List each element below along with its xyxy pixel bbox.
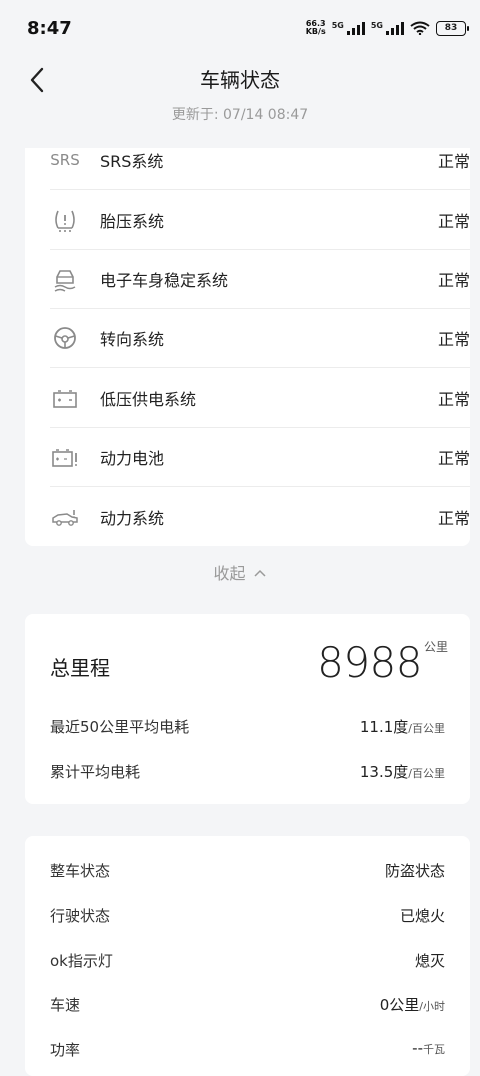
- system-row-power-battery[interactable]: 动力电池 正常: [50, 427, 470, 487]
- powertrain-icon: [52, 509, 78, 526]
- updated-time: 更新于: 07/14 08:47: [171, 107, 309, 123]
- system-row-low-voltage[interactable]: 低压供电系统 正常: [50, 368, 470, 428]
- power-battery-icon: [52, 448, 77, 467]
- status-bar: 8:47 66.3 KB/s 5G 5G 83: [0, 0, 480, 58]
- network-speed: 66.3 KB/s: [305, 19, 326, 36]
- steering-wheel-icon: [54, 326, 76, 349]
- status-icons: 66.3 KB/s 5G 5G 83: [305, 19, 469, 36]
- system-status: 正常: [437, 389, 470, 409]
- mileage-card: 总里程 8988 公里 最近50公里平均电耗 11.1度/百公里 累计平均电耗 …: [25, 614, 470, 804]
- system-name: 电子车身稳定系统: [100, 270, 229, 290]
- system-row-srs[interactable]: SRS SRS系统 正常: [50, 130, 470, 190]
- system-name: SRS系统: [100, 151, 164, 171]
- srs-icon: SRS: [50, 150, 80, 169]
- system-status: 正常: [437, 448, 470, 468]
- recent-consumption-row: 最近50公里平均电耗 11.1度/百公里: [50, 718, 445, 736]
- total-mileage-label: 总里程: [50, 656, 110, 680]
- system-status-card: SRS SRS系统 正常 胎压系统 正常 电子车身稳定系统 正常 转向系统 正常: [25, 148, 470, 546]
- status-time: 8:47: [27, 18, 72, 39]
- system-status: 正常: [437, 508, 470, 528]
- page-title: 车辆状态: [200, 68, 280, 92]
- vehicle-state-row: 整车状态 防盗状态: [50, 862, 445, 880]
- cumulative-consumption-row: 累计平均电耗 13.5度/百公里: [50, 763, 445, 781]
- wifi-icon: [410, 21, 430, 35]
- power-row: 功率 -- 千瓦: [50, 1039, 445, 1059]
- system-status: 正常: [437, 151, 470, 171]
- signal-icon: 5G: [332, 21, 365, 35]
- system-row-stability[interactable]: 电子车身稳定系统 正常: [50, 249, 470, 309]
- ok-indicator-row: ok指示灯 熄灭: [50, 952, 445, 970]
- vehicle-state-card: 整车状态 防盗状态 行驶状态 已熄火 ok指示灯 熄灭 车速 0公里/小时 功率…: [25, 836, 470, 1076]
- driving-state-row: 行驶状态 已熄火: [50, 907, 445, 925]
- collapse-button[interactable]: 收起: [0, 560, 480, 584]
- chevron-up-icon: [254, 569, 266, 577]
- system-name: 胎压系统: [100, 211, 165, 231]
- system-row-tire-pressure[interactable]: 胎压系统 正常: [50, 190, 470, 250]
- system-status: 正常: [437, 329, 470, 349]
- system-row-powertrain[interactable]: 动力系统 正常: [50, 487, 470, 546]
- low-voltage-battery-icon: [53, 389, 77, 408]
- stability-control-icon: [54, 269, 76, 292]
- system-status: 正常: [437, 270, 470, 290]
- speed-row: 车速 0公里/小时: [50, 996, 445, 1014]
- system-name: 低压供电系统: [100, 389, 197, 409]
- system-status: 正常: [437, 211, 470, 231]
- system-name: 转向系统: [100, 329, 165, 349]
- total-mileage-value: 8988 公里: [317, 638, 448, 687]
- tire-pressure-icon: [55, 210, 75, 232]
- header: 车辆状态 更新于: 07/14 08:47: [0, 58, 480, 128]
- system-name: 动力系统: [100, 508, 165, 528]
- system-row-steering[interactable]: 转向系统 正常: [50, 308, 470, 368]
- signal-icon: 5G: [371, 21, 404, 35]
- battery-icon: 83: [436, 20, 469, 36]
- system-name: 动力电池: [100, 448, 165, 468]
